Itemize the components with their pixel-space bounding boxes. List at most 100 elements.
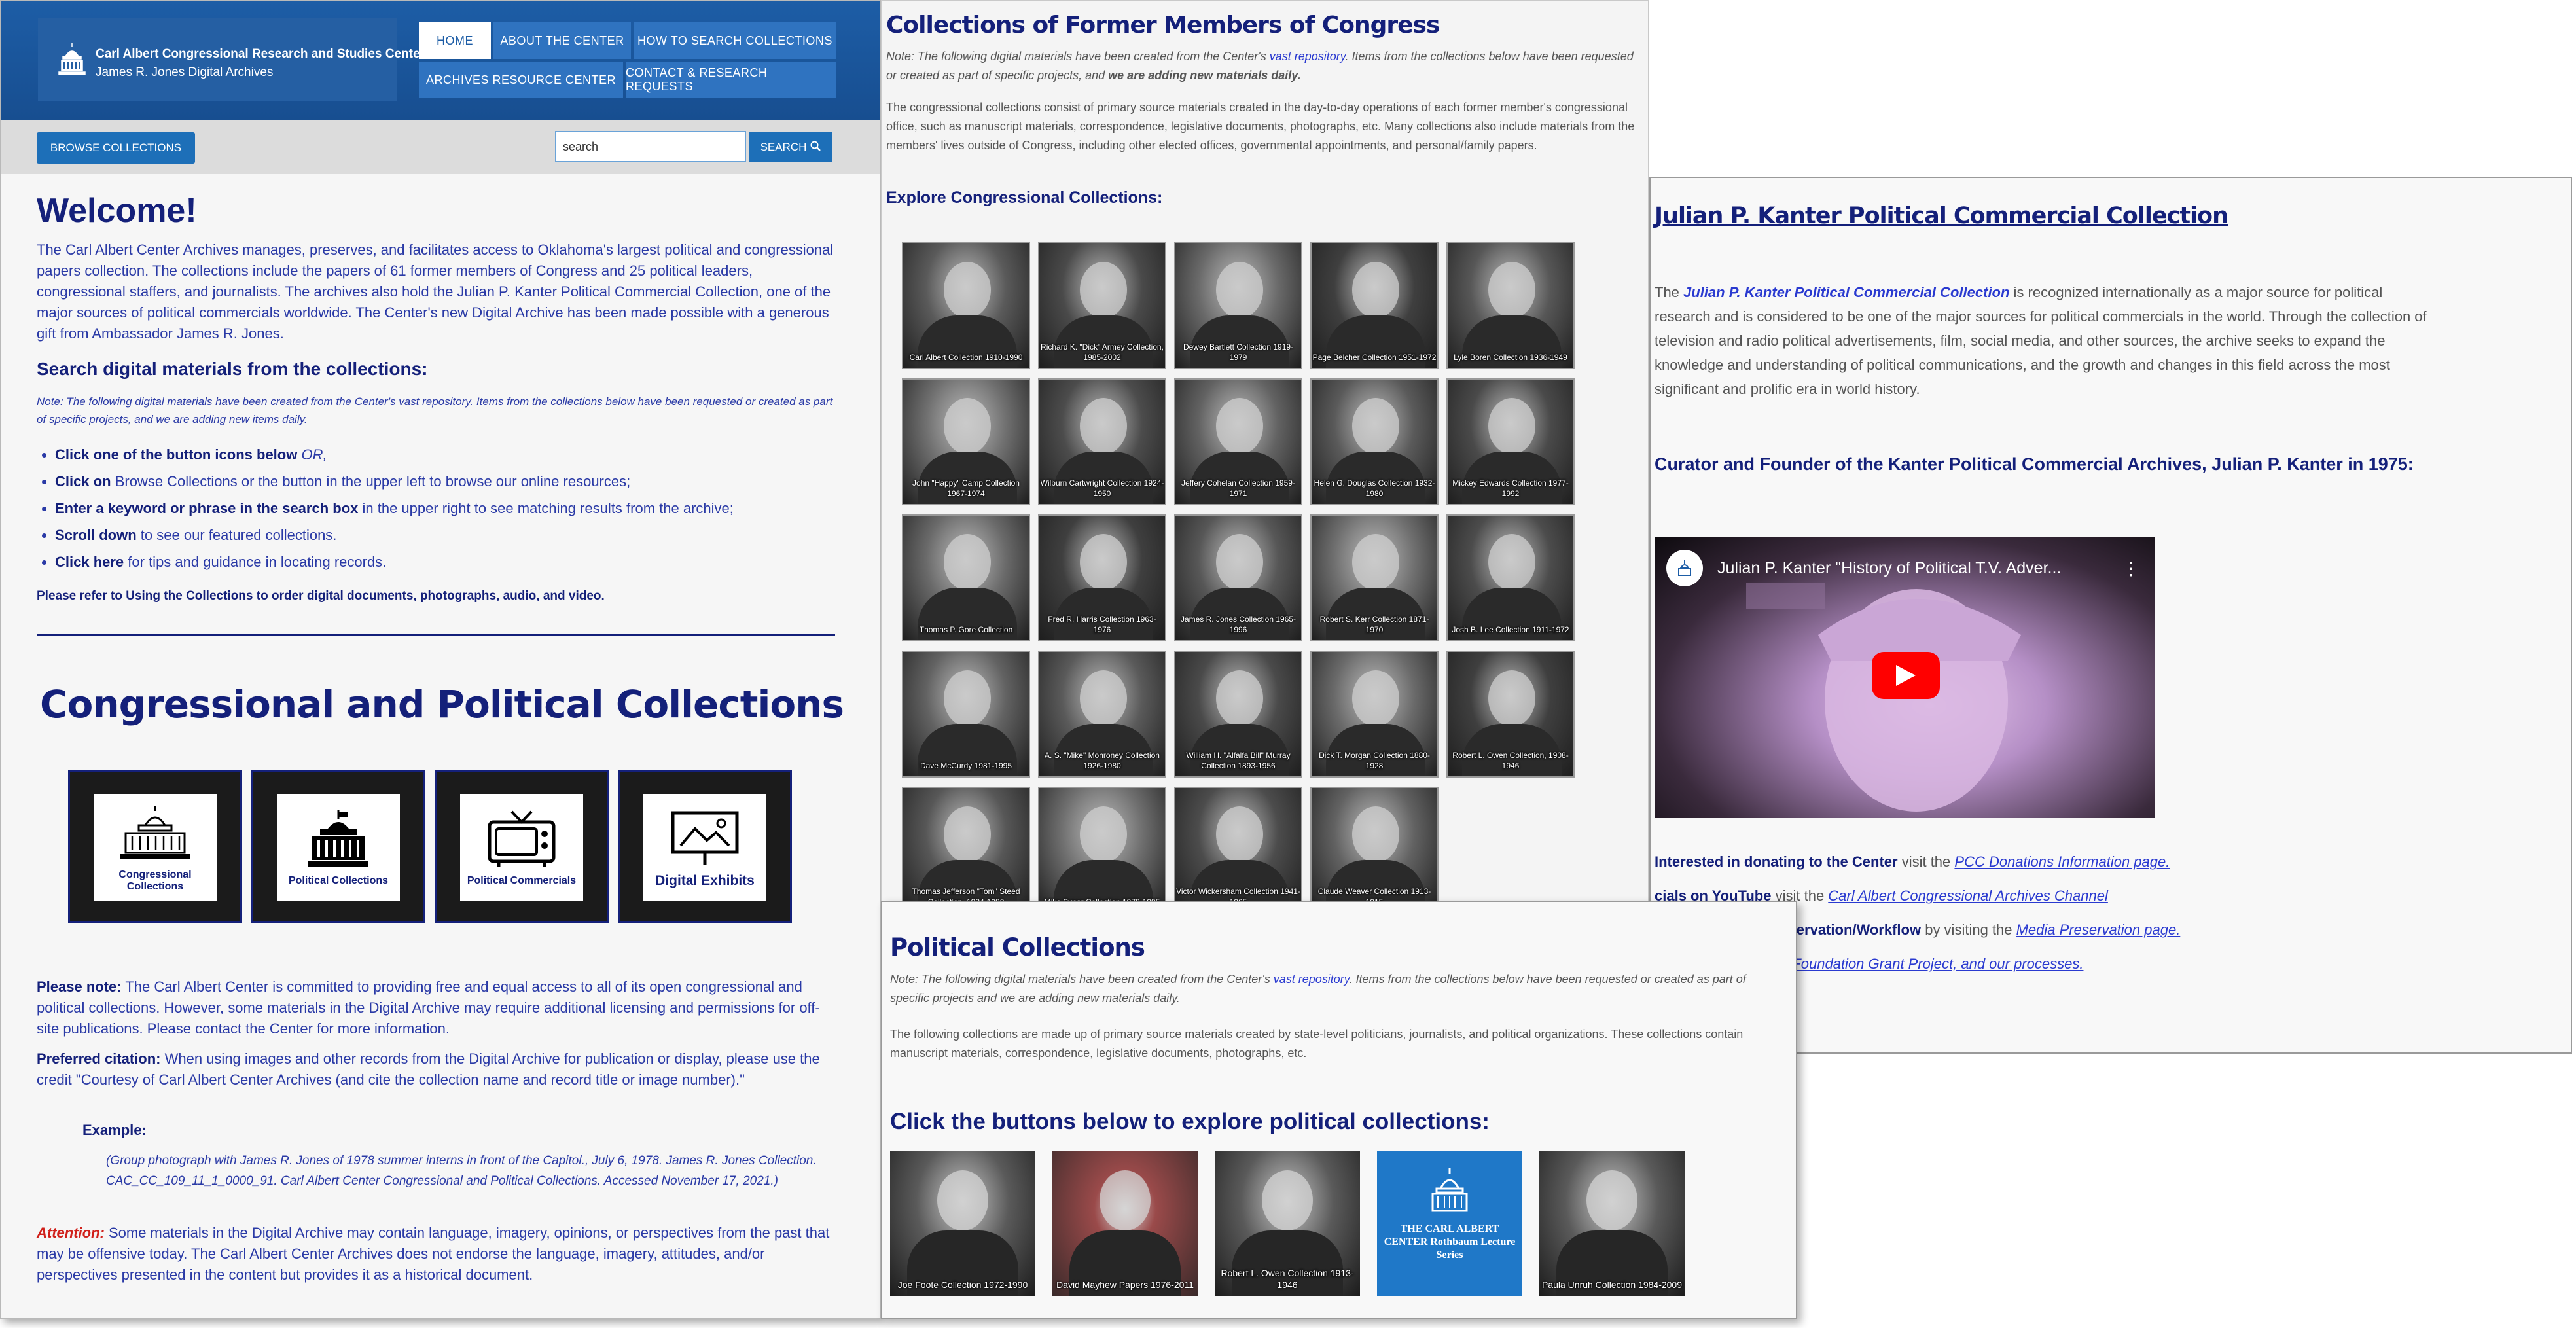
- list-item[interactable]: Click on Browse Collections or the butto…: [55, 468, 848, 495]
- example-label: Example:: [82, 1122, 147, 1138]
- list-item[interactable]: Click here for tips and guidance in loca…: [55, 548, 848, 575]
- tile-political-commercials[interactable]: Political Commercials: [435, 770, 609, 923]
- congressional-collection-thumb[interactable]: Thomas Jefferson "Tom" Steed Collection,…: [902, 787, 1030, 908]
- donations-link[interactable]: PCC Donations Information page.: [1954, 853, 2170, 870]
- tile-digital-exhibits[interactable]: Digital Exhibits: [618, 770, 792, 923]
- site-logo[interactable]: Carl Albert Congressional Research and S…: [38, 18, 425, 101]
- congressional-collection-thumb[interactable]: Helen G. Douglas Collection 1932-1980: [1310, 378, 1439, 505]
- video-title[interactable]: Julian P. Kanter "History of Political T…: [1717, 559, 2061, 578]
- explore-heading: Explore Congressional Collections:: [886, 188, 1163, 207]
- nav-about[interactable]: ABOUT THE CENTER: [493, 22, 631, 59]
- donate-line: Interested in donating to the Center vis…: [1655, 853, 2170, 870]
- congressional-collection-thumb[interactable]: Dick T. Morgan Collection 1880-1928: [1310, 651, 1439, 778]
- political-collection-thumb[interactable]: THE CARL ALBERT CENTER Rothbaum Lecture …: [1377, 1151, 1522, 1296]
- political-collections-panel: Political Collections Note: The followin…: [881, 901, 1797, 1319]
- congressional-collection-thumb[interactable]: John "Happy" Camp Collection 1967-1974: [902, 378, 1030, 505]
- portrait-silhouette: [1216, 262, 1263, 318]
- congressional-collection-thumb[interactable]: Richard K. "Dick" Armey Collection, 1985…: [1038, 242, 1166, 369]
- nav-contact[interactable]: CONTACT & RESEARCH REQUESTS: [626, 62, 836, 98]
- list-item[interactable]: Click one of the button icons below OR,: [55, 441, 848, 468]
- panel-description: The congressional collections consist of…: [886, 101, 1635, 152]
- thumb-caption: Thomas P. Gore Collection: [919, 625, 1013, 634]
- thumb-caption: Jeffery Cohelan Collection 1959-1971: [1181, 478, 1295, 498]
- search-heading: Search digital materials from the collec…: [37, 359, 428, 379]
- congressional-collection-thumb[interactable]: Mickey Edwards Collection 1977-1992: [1446, 378, 1575, 505]
- vast-repository-link[interactable]: vast repository: [1270, 50, 1346, 63]
- youtube-video-player[interactable]: Julian P. Kanter "History of Political T…: [1655, 537, 2155, 818]
- search-input[interactable]: [555, 131, 746, 162]
- congressional-collection-thumb[interactable]: Jeffery Cohelan Collection 1959-1971: [1174, 378, 1302, 505]
- congressional-collection-thumb[interactable]: Victor Wickersham Collection 1941-1965: [1174, 787, 1302, 908]
- tile-label: Political Collections: [288, 874, 389, 886]
- thumb-caption: Robert L. Owen Collection 1913-1946: [1221, 1268, 1354, 1290]
- list-item[interactable]: Scroll down to see our featured collecti…: [55, 522, 848, 548]
- congressional-collection-thumb[interactable]: Robert L. Owen Collection, 1908-1946: [1446, 651, 1575, 778]
- please-note-paragraph: Please note: The Carl Albert Center is c…: [37, 978, 820, 1037]
- congressional-collection-thumb[interactable]: Carl Albert Collection 1910-1990: [902, 242, 1030, 369]
- list-item[interactable]: Enter a keyword or phrase in the search …: [55, 495, 848, 522]
- portrait-silhouette: [944, 534, 991, 590]
- portrait-silhouette: [1352, 670, 1399, 727]
- portrait-silhouette: [1216, 670, 1263, 727]
- congressional-collection-thumb[interactable]: Page Belcher Collection 1951-1972: [1310, 242, 1439, 369]
- political-collection-thumb[interactable]: Joe Foote Collection 1972-1990: [890, 1151, 1035, 1296]
- media-preservation-link[interactable]: Media Preservation page.: [2016, 922, 2181, 938]
- play-icon[interactable]: [1872, 652, 1940, 699]
- search-button[interactable]: SEARCH: [749, 132, 832, 162]
- panel-title[interactable]: Julian P. Kanter Political Commercial Co…: [1655, 203, 2228, 229]
- thumb-caption: A. S. "Mike" Monroney Collection 1926-19…: [1045, 751, 1160, 770]
- portrait-silhouette: [1080, 398, 1127, 454]
- congressional-collection-thumb[interactable]: Robert S. Kerr Collection 1871-1970: [1310, 514, 1439, 641]
- thumb-caption: William H. "Alfalfa Bill" Murray Collect…: [1186, 751, 1291, 770]
- tile-political-collections[interactable]: Political Collections: [251, 770, 425, 923]
- congressional-collection-thumb[interactable]: James R. Jones Collection 1965-1996: [1174, 514, 1302, 641]
- portrait-silhouette: [1080, 534, 1127, 590]
- channel-avatar[interactable]: [1666, 550, 1703, 586]
- welcome-heading: Welcome!: [37, 192, 197, 230]
- more-options-icon[interactable]: ⋮: [2122, 558, 2140, 579]
- vast-repository-link[interactable]: vast repository: [1274, 973, 1350, 986]
- portrait-silhouette: [1080, 806, 1127, 863]
- thumb-caption: THE CARL ALBERT CENTER Rothbaum Lecture …: [1384, 1223, 1516, 1261]
- browse-collections-button[interactable]: BROWSE COLLECTIONS: [37, 132, 195, 164]
- congressional-collection-thumb[interactable]: Josh B. Lee Collection 1911-1972: [1446, 514, 1575, 641]
- portrait-silhouette: [1488, 398, 1535, 454]
- congressional-collection-thumb[interactable]: Fred R. Harris Collection 1963-1976: [1038, 514, 1166, 641]
- nav-archives-resource[interactable]: ARCHIVES RESOURCE CENTER: [419, 62, 623, 98]
- search-note: Note: The following digital materials ha…: [37, 395, 833, 425]
- congressional-collection-thumb[interactable]: Mike Synar Collection 1978-1995: [1038, 787, 1166, 908]
- political-collection-thumb[interactable]: Robert L. Owen Collection 1913-1946: [1215, 1151, 1360, 1296]
- government-building-icon: [306, 809, 371, 871]
- congressional-collection-thumb[interactable]: Claude Weaver Collection 1913-1915: [1310, 787, 1439, 908]
- congressional-collection-thumb[interactable]: Wilburn Cartwright Collection 1924-1950: [1038, 378, 1166, 505]
- congressional-collection-thumb[interactable]: Thomas P. Gore Collection: [902, 514, 1030, 641]
- panel-description: The following collections are made up of…: [890, 1028, 1744, 1060]
- kanter-collection-link[interactable]: Julian P. Kanter Political Commercial Co…: [1683, 284, 2009, 300]
- portrait-silhouette: [1080, 670, 1127, 727]
- congressional-collection-thumb[interactable]: Dave McCurdy 1981-1995: [902, 651, 1030, 778]
- congressional-collection-thumb[interactable]: A. S. "Mike" Monroney Collection 1926-19…: [1038, 651, 1166, 778]
- explore-heading: Click the buttons below to explore polit…: [890, 1109, 1490, 1134]
- political-collection-thumb[interactable]: Paula Unruh Collection 1984-2009: [1539, 1151, 1685, 1296]
- portrait-silhouette: [1352, 262, 1399, 318]
- nav-how-to-search[interactable]: HOW TO SEARCH COLLECTIONS: [634, 22, 836, 59]
- logo-title: Carl Albert Congressional Research and S…: [96, 47, 425, 61]
- panel-title: Political Collections: [890, 933, 1145, 961]
- logo-subtitle: James R. Jones Digital Archives: [96, 65, 274, 79]
- congressional-collection-thumb[interactable]: Dewey Bartlett Collection 1919-1979: [1174, 242, 1302, 369]
- thumb-caption: Dick T. Morgan Collection 1880-1928: [1319, 751, 1430, 770]
- tile-congressional-collections[interactable]: Congressional Collections: [68, 770, 242, 923]
- youtube-channel-link[interactable]: Carl Albert Congressional Archives Chann…: [1828, 888, 2108, 904]
- congressional-collection-thumb[interactable]: William H. "Alfalfa Bill" Murray Collect…: [1174, 651, 1302, 778]
- nav-home[interactable]: HOME: [419, 22, 491, 59]
- thumb-caption: Carl Albert Collection 1910-1990: [909, 353, 1023, 362]
- thumb-caption: Lyle Boren Collection 1936-1949: [1454, 353, 1567, 362]
- congressional-collection-thumb[interactable]: Lyle Boren Collection 1936-1949: [1446, 242, 1575, 369]
- portrait-silhouette: [1352, 806, 1399, 863]
- panel-description: The Julian P. Kanter Political Commercia…: [1655, 284, 2427, 397]
- thumb-caption: Richard K. "Dick" Armey Collection, 1985…: [1041, 342, 1164, 362]
- political-collection-thumb[interactable]: David Mayhew Papers 1976-2011: [1052, 1151, 1198, 1296]
- panel-title: Collections of Former Members of Congres…: [886, 12, 1440, 39]
- thumb-caption: Robert S. Kerr Collection 1871-1970: [1319, 615, 1429, 634]
- refer-line[interactable]: Please refer to Using the Collections to…: [37, 589, 605, 603]
